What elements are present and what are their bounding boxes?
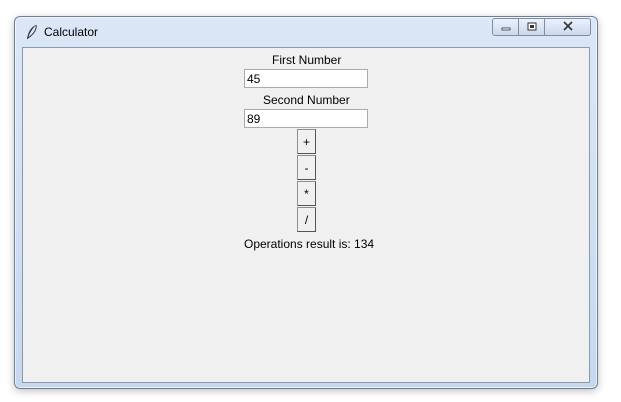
subtract-button[interactable]: - — [297, 155, 316, 180]
add-button[interactable]: + — [297, 129, 316, 154]
calculator-window: Calculator First Number Second Number — [14, 16, 598, 389]
minimize-button[interactable] — [492, 18, 519, 36]
maximize-button[interactable] — [519, 18, 545, 36]
result-label: Operations result is: 134 — [244, 237, 375, 251]
divide-button[interactable]: / — [297, 207, 316, 232]
second-number-input[interactable] — [244, 109, 368, 128]
multiply-button[interactable]: * — [297, 181, 316, 206]
second-number-label: Second Number — [263, 93, 350, 107]
close-button[interactable] — [545, 18, 591, 36]
window-content: First Number Second Number + - * / Opera… — [22, 47, 590, 383]
window-title: Calculator — [44, 25, 99, 39]
first-number-input[interactable] — [244, 69, 368, 88]
window-controls — [492, 18, 591, 36]
feather-icon — [25, 24, 39, 40]
maximize-icon — [527, 18, 537, 36]
close-icon — [562, 18, 574, 36]
minimize-icon — [501, 18, 511, 36]
first-number-label: First Number — [272, 53, 342, 67]
title-bar[interactable]: Calculator — [15, 17, 597, 47]
